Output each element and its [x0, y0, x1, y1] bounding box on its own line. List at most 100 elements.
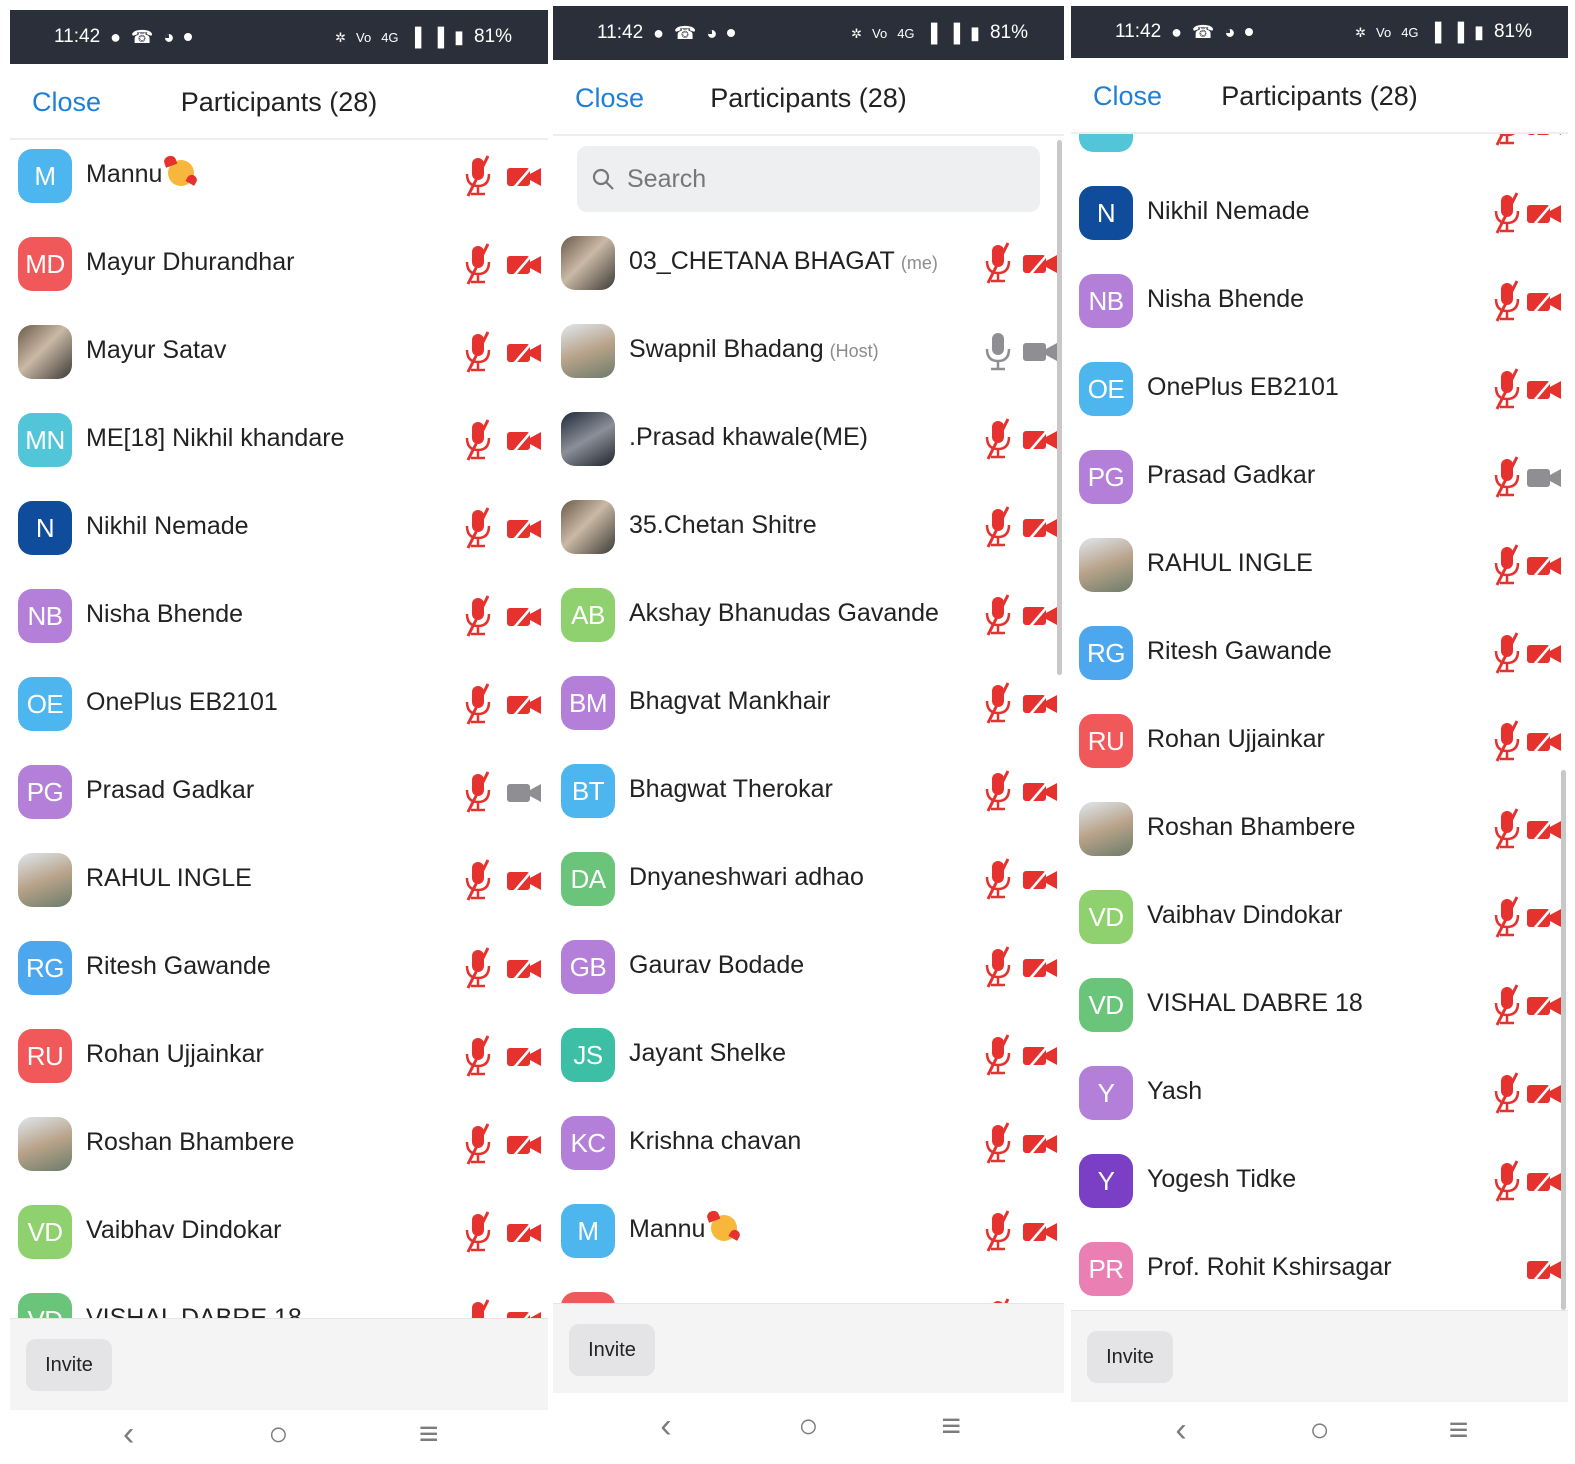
participant-row-vaibhav-dindokar[interactable]: VD Vaibhav Dindokar [10, 1188, 548, 1276]
back-nav-icon[interactable]: ‹ [660, 1409, 671, 1443]
participant-name: Bhagwat Therokar [629, 775, 833, 804]
invite-button[interactable]: Invite [569, 1324, 655, 1376]
avatar: JS [561, 1028, 615, 1082]
participant-name-text: Swapnil Bhadang [629, 335, 824, 363]
home-nav-icon[interactable]: ○ [798, 1409, 819, 1443]
participant-list[interactable]: M Mannu MD Mayur Dhurandhar Mayur Satav MN ME[… [10, 142, 548, 1318]
smiling-hearts-emoji-icon [168, 160, 195, 186]
participant-list[interactable]: 03_CHETANA BHAGAT(me) Swapnil Bhadang(Hos… [553, 136, 1064, 1303]
participant-row-blank[interactable] [1071, 134, 1568, 169]
mic-muted-icon [980, 1209, 1016, 1253]
participant-row-jayant-shelke[interactable]: JS Jayant Shelke [553, 1011, 1064, 1099]
status-time: 11:42 [54, 26, 101, 47]
close-button[interactable]: Close [32, 87, 101, 118]
participant-row-nisha-bhende[interactable]: NB Nisha Bhende [1071, 257, 1568, 345]
participant-name-text: Roshan Bhambere [1147, 813, 1356, 841]
status-left: 11:42 ● ☎ ◕ [597, 22, 736, 44]
status-bar: 11:42 ● ☎ ◕ ✲ Vo 4G ▐ ▐ ▮ 81% [1071, 6, 1568, 58]
participant-list[interactable]: N Nikhil Nemade NB Nisha Bhende OE OnePlus EB… [1071, 134, 1568, 1310]
participant-name-text: Vaibhav Dindokar [86, 1216, 282, 1244]
search-input[interactable] [627, 164, 1027, 194]
participant-row-rahul-ingle[interactable]: RAHUL INGLE [1071, 521, 1568, 609]
participant-row-vaibhav-dindokar[interactable]: VD Vaibhav Dindokar [1071, 873, 1568, 961]
participant-row-gaurav-bodade[interactable]: GB Gaurav Bodade [553, 923, 1064, 1011]
participant-row-roshan-bhambere[interactable]: Roshan Bhambere [10, 1100, 548, 1188]
mic-muted-icon [1489, 807, 1525, 851]
participant-role-tag: (me) [900, 253, 938, 273]
participant-row-vishal-dabre-18[interactable]: VD VISHAL DABRE 18 [10, 1276, 548, 1318]
scrollbar[interactable] [1561, 770, 1566, 1310]
participant-row-vishal-dabre-18[interactable]: VD VISHAL DABRE 18 [1071, 961, 1568, 1049]
invite-button[interactable]: Invite [1087, 1331, 1173, 1383]
participant-row-oneplus-eb2101[interactable]: OE OnePlus EB2101 [1071, 345, 1568, 433]
avatar: BT [561, 764, 615, 818]
participant-row-rohan-ujjainkar[interactable]: RU Rohan Ujjainkar [1071, 697, 1568, 785]
avatar [18, 325, 72, 379]
participant-name: Nisha Bhende [86, 600, 243, 629]
search-bar[interactable] [577, 146, 1040, 212]
participant-row-swapnil-bhadang[interactable]: Swapnil Bhadang (Host) [553, 307, 1064, 395]
participant-name-text: OnePlus EB2101 [1147, 373, 1339, 401]
participant-row-yash[interactable]: Y Yash [1071, 1049, 1568, 1137]
participant-row-krishna-chavan[interactable]: KC Krishna chavan [553, 1099, 1064, 1187]
participant-row-rahul-ingle[interactable]: RAHUL INGLE [10, 836, 548, 924]
home-nav-icon[interactable]: ○ [1310, 1413, 1331, 1447]
participant-row-nikhil-nemade[interactable]: N Nikhil Nemade [10, 484, 548, 572]
participant-row-nikhil-nemade[interactable]: N Nikhil Nemade [1071, 169, 1568, 257]
participant-name-text: Nisha Bhende [1147, 285, 1305, 313]
recents-nav-icon[interactable]: ≡ [419, 1417, 439, 1451]
chat-icon: ● [110, 27, 122, 47]
back-nav-icon[interactable]: ‹ [1175, 1413, 1186, 1447]
recents-nav-icon[interactable]: ≡ [1449, 1413, 1469, 1447]
avatar: PG [1079, 450, 1133, 504]
home-nav-icon[interactable]: ○ [268, 1417, 289, 1451]
avatar: VD [1079, 978, 1133, 1032]
mic-muted-icon [1489, 134, 1525, 147]
participant-row-roshan-bhambere[interactable]: Roshan Bhambere [1071, 785, 1568, 873]
participant-row-mayur-dhurandhar[interactable]: MDMayur Dhurandhar [553, 1275, 1064, 1303]
participant-role-tag: (Host) [829, 341, 879, 361]
participant-row-rohan-ujjainkar[interactable]: RU Rohan Ujjainkar [10, 1012, 548, 1100]
mic-muted-icon [1489, 1071, 1525, 1115]
recents-nav-icon[interactable]: ≡ [941, 1409, 961, 1443]
participant-row-akshay-bhanudas-gavande[interactable]: AB Akshay Bhanudas Gavande [553, 571, 1064, 659]
participant-name: 03_CHETANA BHAGAT (me) [629, 247, 938, 276]
participant-row-bhagwat-therokar[interactable]: BT Bhagwat Therokar [553, 747, 1064, 835]
participant-row-ritesh-gawande[interactable]: RG Ritesh Gawande [10, 924, 548, 1012]
mic-muted-icon [1489, 543, 1525, 587]
participant-name: Yash [1147, 1077, 1202, 1106]
back-nav-icon[interactable]: ‹ [123, 1417, 134, 1451]
mic-muted-icon [460, 946, 496, 990]
invite-button[interactable]: Invite [26, 1339, 112, 1391]
close-button[interactable]: Close [575, 83, 644, 114]
participant-row-prasad-gadkar[interactable]: PG Prasad Gadkar [10, 748, 548, 836]
participant-row-nisha-bhende[interactable]: NB Nisha Bhende [10, 572, 548, 660]
scrollbar[interactable] [1057, 140, 1062, 675]
participant-row-mayur-satav[interactable]: Mayur Satav [10, 308, 548, 396]
avatar: VD [1079, 890, 1133, 944]
video-icon [506, 777, 542, 807]
close-button[interactable]: Close [1093, 81, 1162, 112]
participant-row-prasad-gadkar[interactable]: PG Prasad Gadkar [1071, 433, 1568, 521]
participant-row-oneplus-eb2101[interactable]: OE OnePlus EB2101 [10, 660, 548, 748]
participant-row-prasad-khawale-me[interactable]: .Prasad khawale(ME) [553, 395, 1064, 483]
participant-row-mannu[interactable]: M Mannu [553, 1187, 1064, 1275]
participant-name-text: Ritesh Gawande [1147, 637, 1332, 665]
participant-row-bhagvat-mankhair[interactable]: BM Bhagvat Mankhair [553, 659, 1064, 747]
video-off-icon [506, 1041, 542, 1071]
participant-row-prof-rohit-kshirsagar[interactable]: PR Prof. Rohit Kshirsagar [1071, 1225, 1568, 1310]
battery-percent: 81% [473, 26, 512, 47]
participant-row-35-chetan-shitre[interactable]: 35.Chetan Shitre [553, 483, 1064, 571]
phone-icon: ☎ [131, 27, 154, 47]
battery-icon: ▮ [970, 23, 980, 43]
status-right: ✲ Vo 4G ▐ ▐ ▮ 81% [335, 26, 512, 48]
avatar: RG [1079, 626, 1133, 680]
participant-row-yogesh-tidke[interactable]: Y Yogesh Tidke [1071, 1137, 1568, 1225]
participant-row-dnyaneshwari-adhao[interactable]: DA Dnyaneshwari adhao [553, 835, 1064, 923]
participant-row-mannu[interactable]: M Mannu [10, 142, 548, 220]
participant-row-03-chetana-bhagat[interactable]: 03_CHETANA BHAGAT (me) [553, 219, 1064, 307]
video-off-icon [1526, 1078, 1562, 1108]
participant-row-ritesh-gawande[interactable]: RG Ritesh Gawande [1071, 609, 1568, 697]
participant-row-me-18-nikhil-khandare[interactable]: MN ME[18] Nikhil khandare [10, 396, 548, 484]
participant-row-mayur-dhurandhar[interactable]: MDMayur Dhurandhar [10, 220, 548, 308]
